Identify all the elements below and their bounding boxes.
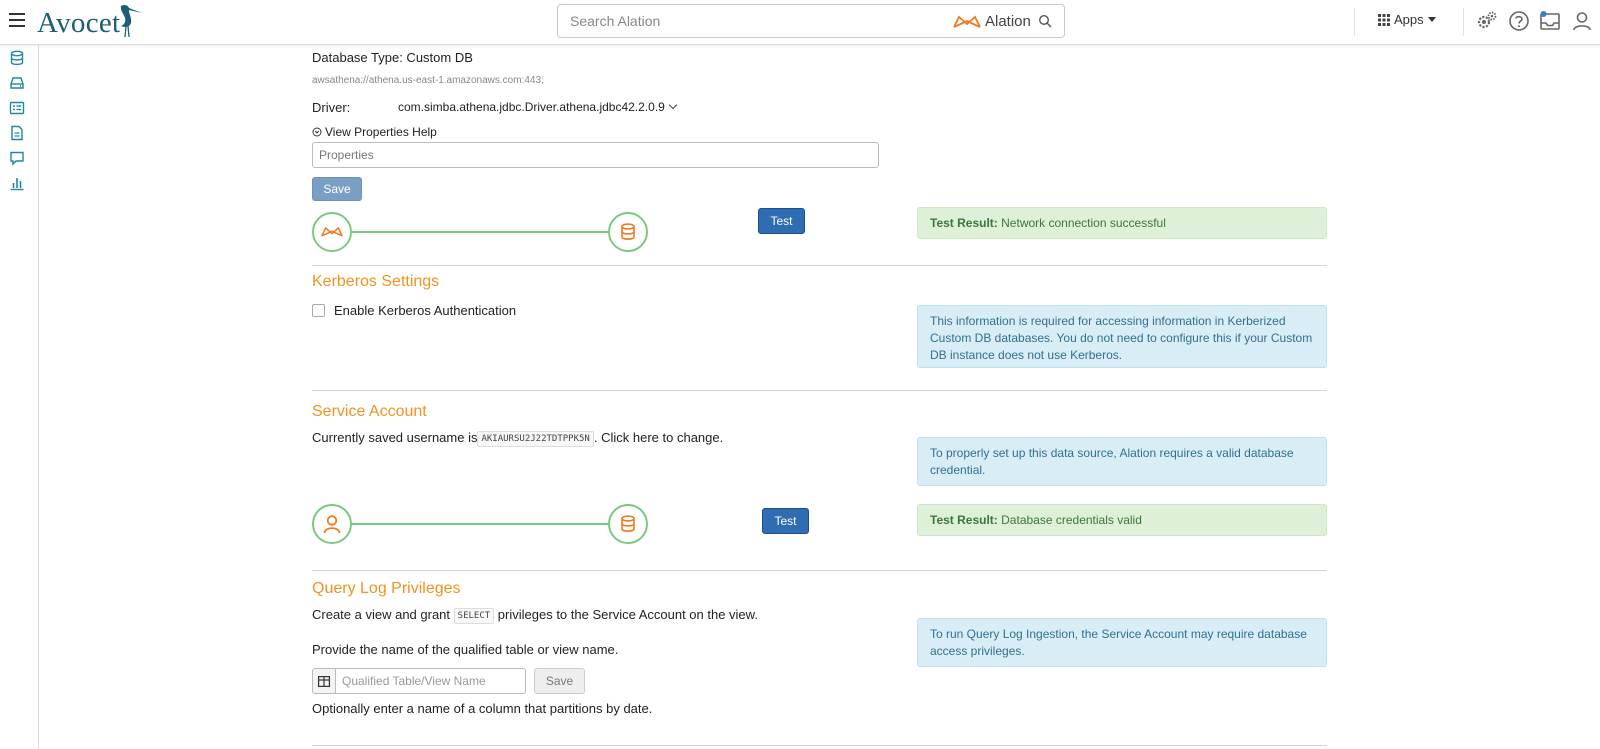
bar-chart-icon[interactable] [9, 175, 25, 191]
test-result-label: Test Result: [930, 513, 998, 527]
alation-logo-icon [321, 226, 343, 237]
driver-label: Driver: [312, 100, 351, 115]
test-result-label: Test Result: [930, 216, 998, 230]
search-brand: Alation [953, 13, 1031, 30]
divider [1354, 8, 1355, 36]
storage-icon[interactable] [9, 75, 25, 91]
credentials-test-result: Test Result: Database credentials valid [917, 504, 1327, 536]
test-network-button[interactable]: Test [758, 208, 805, 234]
table-icon [312, 668, 336, 694]
test-result-text: Database credentials valid [1001, 513, 1142, 527]
network-test-result: Test Result: Network connection successf… [917, 207, 1327, 239]
qualified-table-input[interactable] [336, 668, 526, 694]
app-logo[interactable]: Avocet [37, 4, 144, 40]
section-divider [312, 570, 1327, 571]
grid-icon [1378, 13, 1390, 26]
service-account-info-alert: To properly set up this data source, Ala… [917, 437, 1327, 486]
driver-select[interactable]: com.simba.athena.jdbc.Driver.athena.jdbc… [398, 100, 678, 114]
section-divider [312, 390, 1327, 391]
change-username-link[interactable]: here [633, 430, 659, 445]
search-icon[interactable] [1038, 14, 1052, 28]
section-divider [312, 265, 1327, 266]
database-icon [621, 223, 635, 240]
kerberos-checkbox-row: Enable Kerberos Authentication [312, 303, 516, 318]
save-properties-button[interactable]: Save [312, 177, 362, 201]
search-brand-label: Alation [985, 13, 1031, 30]
username-prefix: Currently saved username is [312, 430, 478, 445]
circle-arrow-icon [312, 127, 322, 137]
query-log-privileges-title: Query Log Privileges [312, 580, 461, 597]
driver-value: com.simba.athena.jdbc.Driver.athena.jdbc… [398, 100, 665, 114]
query-log-instruction: Create a view and grant SELECT privilege… [312, 607, 758, 624]
view-properties-help-label: View Properties Help [325, 125, 437, 139]
jdbc-uri: awsathena://athena.us-east-1.amazonaws.c… [312, 75, 544, 86]
properties-input[interactable] [312, 142, 879, 168]
search-input[interactable] [570, 5, 930, 37]
service-account-title: Service Account [312, 403, 427, 420]
hamburger-icon[interactable] [9, 13, 25, 27]
database-icon [621, 515, 635, 532]
qualified-name-instruction: Provide the name of the qualified table … [312, 642, 619, 657]
connection-line [352, 231, 608, 233]
alation-logo-icon [953, 15, 981, 28]
kerberos-info-alert: This information is required for accessi… [917, 305, 1327, 368]
avocet-bird-icon [121, 4, 143, 38]
test-credentials-button[interactable]: Test [762, 508, 809, 534]
enable-kerberos-checkbox[interactable] [312, 304, 325, 317]
left-sidebar [0, 45, 39, 749]
username-suffix: to change. [662, 430, 724, 445]
catalog-icon[interactable] [9, 100, 25, 116]
grant-text-suffix: privileges to the Service Account on the… [497, 607, 758, 622]
global-search: Alation [557, 4, 1065, 38]
conversation-icon[interactable] [9, 150, 25, 166]
section-divider [312, 745, 1327, 746]
database-icon[interactable] [9, 50, 25, 66]
username-middle: . Click [593, 430, 630, 445]
user-icon [323, 515, 341, 534]
database-type: Database Type: Custom DB [312, 50, 473, 65]
service-account-status: Currently saved username is AKIAURSU2J22T… [312, 430, 723, 447]
database-node [608, 504, 648, 544]
caret-down-icon [1427, 17, 1436, 22]
user-node [312, 504, 352, 544]
chevron-down-icon [668, 100, 678, 110]
help-icon[interactable] [1508, 10, 1530, 32]
select-privilege: SELECT [453, 607, 495, 624]
inbox-icon[interactable] [1539, 10, 1561, 32]
query-log-info-alert: To run Query Log Ingestion, the Service … [917, 618, 1327, 667]
grant-text-prefix: Create a view and grant [312, 607, 451, 622]
enable-kerberos-label: Enable Kerberos Authentication [334, 303, 517, 318]
save-qualified-table-button[interactable]: Save [534, 668, 585, 694]
qualified-table-input-group: Save [312, 668, 585, 694]
apps-menu-button[interactable]: Apps [1378, 12, 1436, 27]
gears-icon[interactable] [1476, 10, 1498, 32]
connection-line [352, 523, 608, 525]
kerberos-settings-title: Kerberos Settings [312, 273, 440, 290]
database-node [608, 212, 648, 252]
logo-text: Avocet [37, 7, 121, 39]
view-properties-help-link[interactable]: View Properties Help [312, 125, 437, 139]
saved-username: AKIAURSU2J22TDTPPK5N [477, 430, 594, 447]
divider [1463, 8, 1464, 36]
document-icon[interactable] [9, 125, 25, 141]
user-icon[interactable] [1571, 10, 1593, 32]
partition-column-instruction: Optionally enter a name of a column that… [312, 701, 653, 716]
top-navigation-bar: Avocet Alation Apps [0, 0, 1600, 45]
alation-node [312, 212, 352, 252]
test-result-text: Network connection successful [1001, 216, 1166, 230]
apps-label: Apps [1394, 12, 1424, 27]
